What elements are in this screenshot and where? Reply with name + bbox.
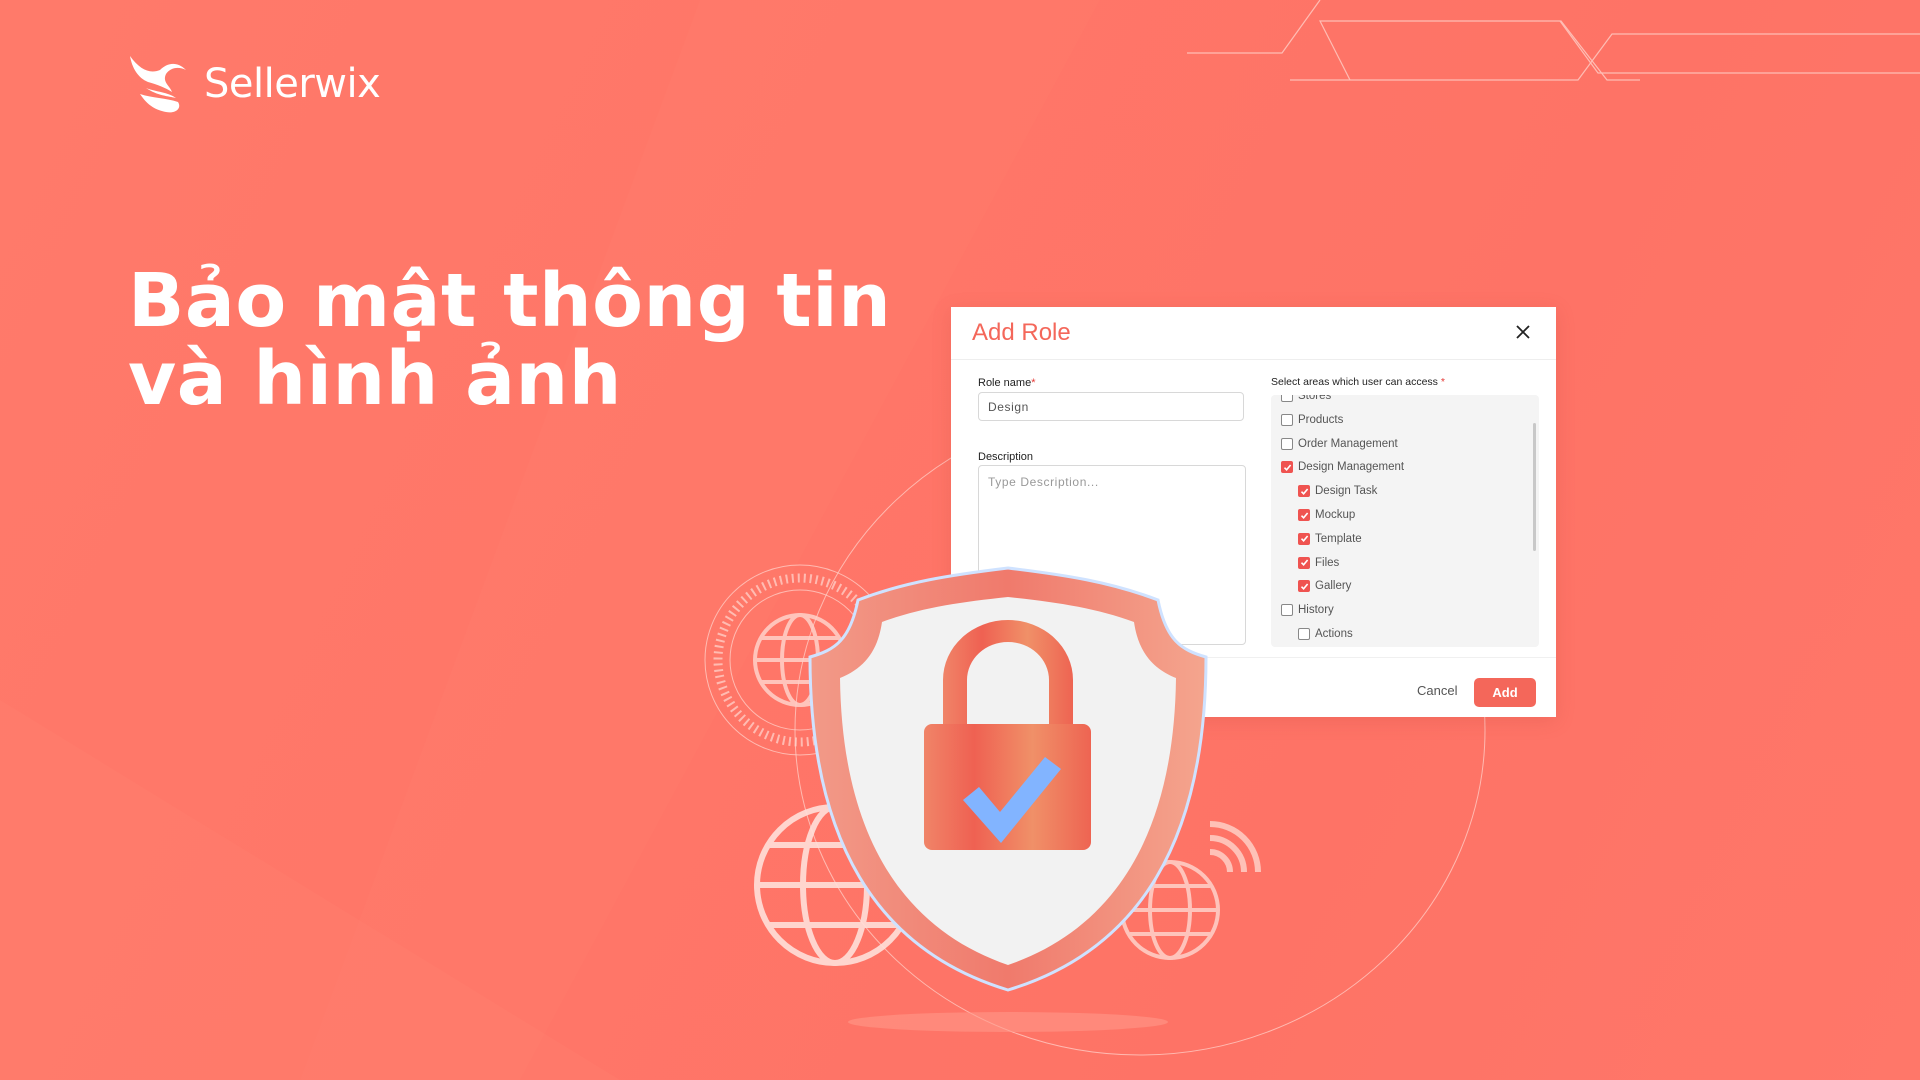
area-item[interactable]: Products <box>1281 413 1344 426</box>
wifi-signal-icon <box>1209 821 1261 873</box>
area-item-label: Stores <box>1298 395 1332 402</box>
area-item-label: Products <box>1298 413 1344 426</box>
add-button[interactable]: Add <box>1474 678 1536 707</box>
check-icon <box>1300 511 1308 519</box>
sellerwix-flame-logo-icon <box>130 56 186 113</box>
areas-label: Select areas which user can access * <box>1271 376 1445 388</box>
headline-line-1: Bảo mật thông tin <box>128 258 892 344</box>
areas-label-text: Select areas which user can access <box>1271 376 1438 388</box>
role-name-input[interactable]: Design <box>978 392 1244 421</box>
areas-checkbox-list[interactable]: Stores Products Order Management Design Man… <box>1271 395 1539 647</box>
list-scrollbar[interactable] <box>1533 423 1536 551</box>
area-item-label: Design Management <box>1298 461 1405 474</box>
area-checkbox[interactable] <box>1298 485 1310 498</box>
area-item-label: Order Management <box>1298 437 1398 450</box>
area-item-label: Design Task <box>1315 485 1378 498</box>
role-name-label-text: Role name <box>978 377 1032 389</box>
close-icon[interactable] <box>1512 321 1534 343</box>
required-mark: * <box>1031 377 1036 389</box>
dialog-header: Add Role <box>951 307 1556 360</box>
area-item-label: Actions <box>1315 628 1353 640</box>
page-headline: Bảo mật thông tin và hình ảnh <box>128 262 891 418</box>
area-checkbox[interactable] <box>1298 509 1310 521</box>
area-checkbox[interactable] <box>1281 395 1293 402</box>
brand-logo: Sellerwix <box>126 52 381 116</box>
area-item-label: Mockup <box>1315 509 1356 521</box>
area-checkbox[interactable] <box>1281 413 1293 426</box>
brand-name: Sellerwix <box>204 61 381 107</box>
required-mark: * <box>1440 376 1445 388</box>
area-checkbox[interactable] <box>1281 437 1293 450</box>
dialog-title: Add Role <box>972 319 1071 346</box>
description-label: Description <box>978 451 1034 463</box>
area-item[interactable]: Stores <box>1281 395 1331 402</box>
check-icon <box>1300 488 1308 495</box>
check-icon <box>1283 464 1291 471</box>
area-item[interactable]: Design Management <box>1281 461 1405 474</box>
cancel-button[interactable]: Cancel <box>1417 683 1457 698</box>
security-illustration <box>704 564 1261 1032</box>
area-item[interactable]: Mockup <box>1298 509 1355 521</box>
area-item-label: Template <box>1315 532 1362 545</box>
area-item[interactable]: Order Management <box>1281 437 1398 450</box>
headline-line-2: và hình ảnh <box>128 336 622 422</box>
area-item-label: Gallery <box>1315 580 1352 593</box>
role-name-label: Role name* <box>978 377 1035 389</box>
area-checkbox[interactable] <box>1281 461 1293 474</box>
area-item-label: Files <box>1315 556 1340 569</box>
area-item[interactable]: Design Task <box>1298 485 1378 498</box>
